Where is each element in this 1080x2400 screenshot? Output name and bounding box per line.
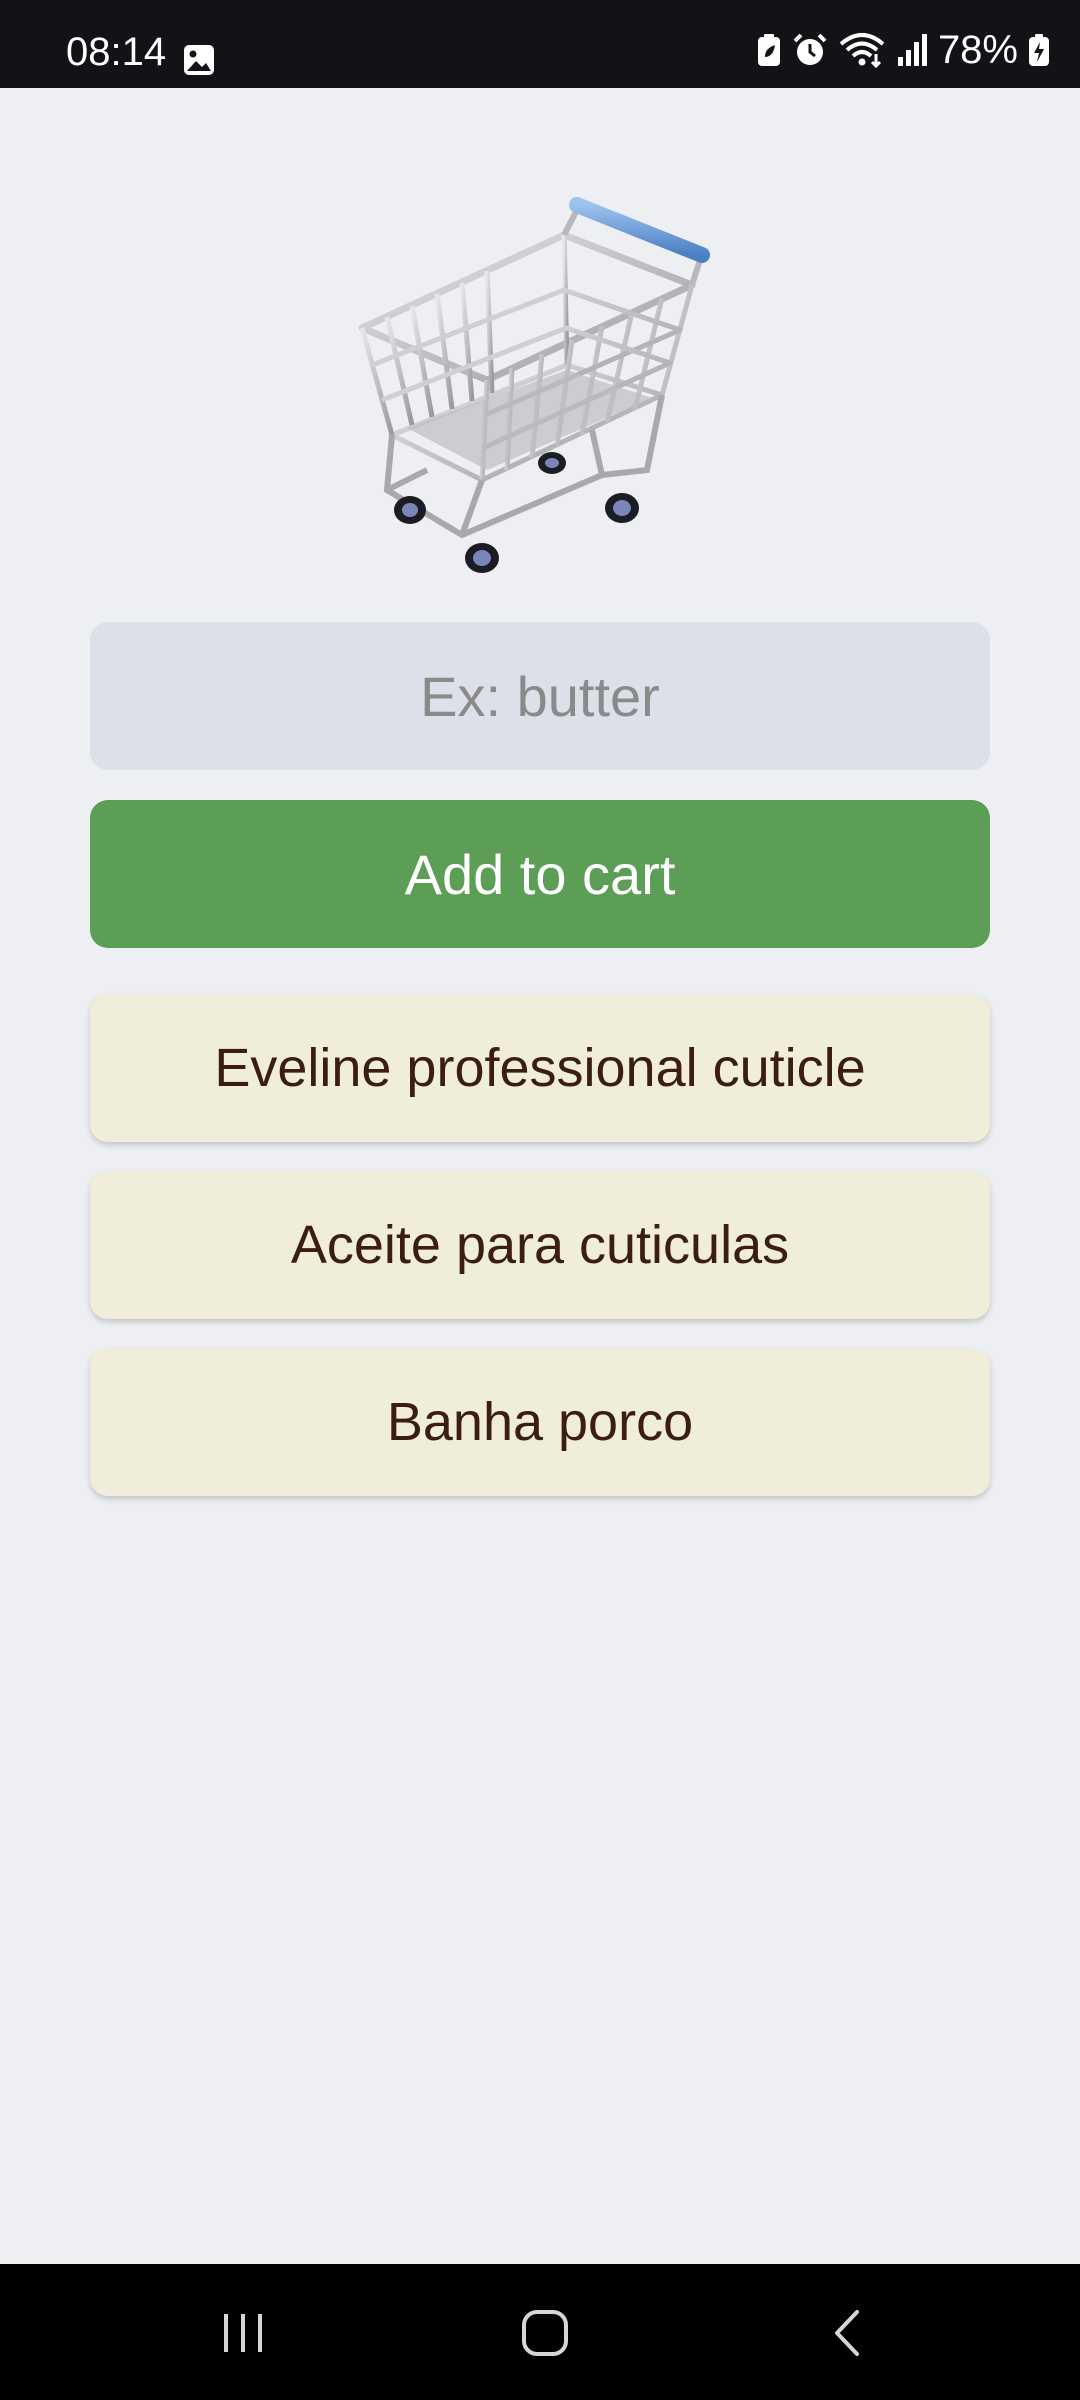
- cart-item[interactable]: Banha porco: [90, 1348, 990, 1496]
- battery-saver-icon: [757, 34, 780, 66]
- alarm-icon: [793, 33, 827, 65]
- add-to-cart-button[interactable]: Add to cart: [90, 800, 990, 948]
- battery-icon: [1029, 34, 1049, 66]
- back-button[interactable]: [802, 2298, 892, 2368]
- status-icons: 78%: [756, 28, 1050, 72]
- back-icon: [835, 2310, 859, 2356]
- cart-item-list: Eveline professional cuticle Aceite para…: [90, 994, 990, 1525]
- status-bar: 08:14 78%: [0, 0, 1080, 88]
- recents-icon: [224, 2314, 262, 2352]
- item-name-input[interactable]: [90, 622, 990, 770]
- wifi-icon: [839, 33, 885, 68]
- home-button[interactable]: [500, 2298, 590, 2368]
- recents-button[interactable]: [198, 2298, 288, 2368]
- status-time: 08:14: [66, 30, 167, 74]
- navigation-bar: [0, 2264, 1080, 2400]
- app-screen: 08:14 78% Ex: butter Add to cart Eveline…: [0, 0, 1080, 2400]
- signal-icon: [897, 34, 927, 66]
- gallery-icon: [184, 45, 214, 75]
- cart-item[interactable]: Aceite para cuticulas: [90, 1171, 990, 1319]
- shopping-cart-icon: [358, 197, 710, 573]
- battery-percent: 78%: [937, 28, 1018, 72]
- cart-item[interactable]: Eveline professional cuticle: [90, 994, 990, 1142]
- home-icon: [522, 2310, 568, 2356]
